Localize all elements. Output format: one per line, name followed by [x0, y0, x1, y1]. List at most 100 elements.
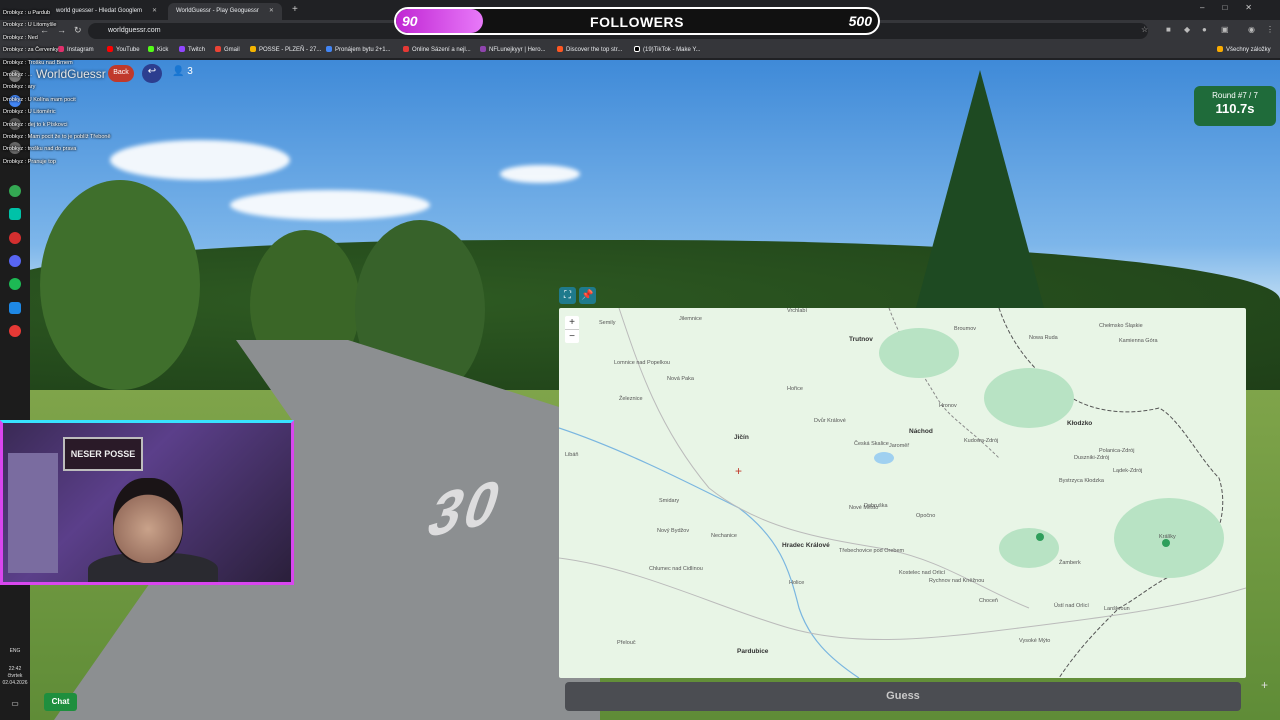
return-to-start-button[interactable]: ↩ [142, 64, 162, 83]
bookmark[interactable]: NFLunejkyyr | Hero... [480, 46, 546, 53]
extension-icon[interactable]: ■ [1166, 25, 1171, 34]
town-label: Dvůr Králové [814, 418, 846, 424]
goal-title: FOLLOWERS [590, 14, 684, 30]
zoom-controls: + − [565, 316, 579, 343]
player-count: 👤 3 [172, 66, 193, 77]
bookmark[interactable]: (19)TikTok - Make Y... [634, 46, 701, 53]
town-label: Hořice [787, 386, 803, 392]
bookmark[interactable]: Discover the top str... [557, 46, 622, 53]
streamer-webcam: NESER POSSE [0, 420, 294, 585]
chat-message: Drobkyz : Pranuje top [3, 158, 56, 165]
discord-icon[interactable] [9, 255, 21, 267]
town-label: Nové Město [849, 505, 879, 511]
town-label: Hronov [939, 403, 957, 409]
town-label: Kamienna Góra [1119, 338, 1158, 344]
profile-avatar-icon[interactable]: ◉ [1248, 25, 1255, 34]
town-label: Rychnov nad Kněžnou [929, 578, 985, 584]
app-icon[interactable] [9, 208, 21, 220]
chat-button[interactable]: Chat [44, 693, 77, 711]
town-label: Kłodzko [1067, 420, 1093, 427]
worldguessr-logo[interactable]: WorldGuessr [36, 67, 106, 81]
town-label: Vrchlabí [787, 308, 807, 314]
cloud [230, 190, 430, 220]
kebab-menu-icon[interactable]: ⋮ [1266, 25, 1274, 34]
chat-message: Drobkyz : U Kolína mam pocit [3, 96, 76, 103]
app-icon[interactable] [9, 232, 21, 244]
round-timer: 110.7s [1215, 101, 1255, 116]
clock-day: čtvrtek [7, 673, 23, 679]
spotify-icon[interactable] [9, 278, 21, 290]
goal-target: 500 [848, 13, 872, 29]
chat-message: Drobkyz : za Červenky [3, 47, 59, 54]
town-label: Duszniki-Zdrój [1074, 455, 1110, 461]
river [559, 427, 860, 678]
poi-marker [1036, 533, 1044, 541]
town-label: Pardubice [737, 648, 769, 655]
town-label: Opočno [916, 513, 936, 519]
wardrobe [8, 453, 58, 573]
expand-map-icon[interactable]: ⛶ [559, 287, 576, 304]
guess-map[interactable]: + − Semily Jilemnice Vrchlabí Trutnov Lomnic… [559, 308, 1246, 678]
town-label: Lomnice nad Popelkou [614, 360, 670, 366]
language-indicator[interactable]: ENG [2, 648, 28, 655]
zoom-in-button[interactable]: + [565, 316, 579, 330]
app-icon[interactable] [9, 302, 21, 314]
bookmark[interactable]: Twitch [179, 46, 205, 53]
clock-time[interactable]: 22:42 [2, 666, 28, 673]
notification-icon[interactable]: ▭ [2, 700, 28, 708]
puzzle-icon[interactable]: ▣ [1221, 25, 1229, 34]
bookmarks-bar: Instagram YouTube Kick Twitch Gmail POSS… [0, 42, 1280, 58]
town-label: Nowa Ruda [1029, 335, 1058, 341]
stream-chat-overlay: Drobkyz : u Pardub Drobkyz : U Litomyšle D… [3, 7, 163, 168]
round-label: Round #7 / 7 [1212, 91, 1258, 100]
user-icon: 👤 [172, 66, 185, 77]
town-label: Železnice [619, 396, 643, 402]
extension-icon[interactable]: ◆ [1184, 25, 1190, 34]
town-label: Nová Paka [667, 376, 694, 382]
chat-message: Drobkyz : U Litomyšle [3, 22, 57, 29]
bookmark[interactable]: Gmail [215, 46, 240, 53]
corner-plus-icon[interactable]: + [1261, 678, 1268, 692]
undo-arrow-icon: ↩ [147, 66, 157, 77]
chat-message: Drobkyz : Ned [3, 34, 38, 41]
all-bookmarks[interactable]: Všechny záložky [1217, 46, 1271, 53]
town-label: Holice [789, 580, 805, 586]
clock-date: 02.04.2026 [2, 680, 28, 686]
town-label: Ústí nad Orlicí [1054, 603, 1089, 609]
town-label: Náchod [909, 428, 933, 435]
protected-area [999, 528, 1059, 568]
bookmark[interactable]: Pronájem bytu 2+1... [326, 46, 391, 53]
tree [40, 180, 200, 390]
guess-button[interactable]: Guess [565, 682, 1241, 711]
town-label: Hradec Králové [782, 542, 830, 549]
bookmark[interactable]: Online Sázení a nejl... [403, 46, 471, 53]
bookmark[interactable]: POSSE - PLZEŇ - 27... [250, 46, 321, 53]
chrome-icon[interactable] [9, 185, 21, 197]
town-label: Jaroměř [889, 443, 910, 449]
town-label: Chlumec nad Cidlinou [649, 566, 703, 572]
country-border [998, 308, 1224, 678]
chat-message: Drobkyz : ary [3, 84, 36, 91]
town-label: Nechanice [711, 533, 737, 539]
star-icon[interactable]: ☆ [1141, 25, 1148, 34]
new-tab-button[interactable]: + [292, 4, 298, 15]
map-cursor-crosshair: + [735, 464, 743, 478]
round-info: Round #7 / 7 110.7s [1194, 86, 1276, 126]
town-label: Třebechovice pod Orebem [839, 548, 905, 554]
pine-tree [910, 70, 1050, 330]
zoom-out-button[interactable]: − [565, 330, 579, 343]
town-label: Nový Bydžov [657, 528, 690, 534]
town-label: Lanškroun [1104, 606, 1130, 612]
back-button[interactable]: Back [108, 65, 134, 82]
road-line [618, 308, 1030, 609]
app-icon[interactable] [9, 325, 21, 337]
window-controls[interactable]: –□✕ [1200, 3, 1270, 12]
pin-map-icon[interactable]: 📌 [579, 287, 596, 304]
followers-goal-bar: 90 FOLLOWERS 500 [394, 7, 880, 35]
extension-icon[interactable]: ● [1202, 25, 1207, 34]
town-label: Přelouč [617, 640, 636, 646]
town-label: Choceň [979, 598, 998, 604]
tab-worldguessr[interactable]: WorldGuessr - Play Geoguessr ✕ [168, 3, 282, 20]
chat-message: Drobkyz : U Litoměric [3, 109, 56, 116]
town-label: Jilemnice [679, 316, 702, 322]
